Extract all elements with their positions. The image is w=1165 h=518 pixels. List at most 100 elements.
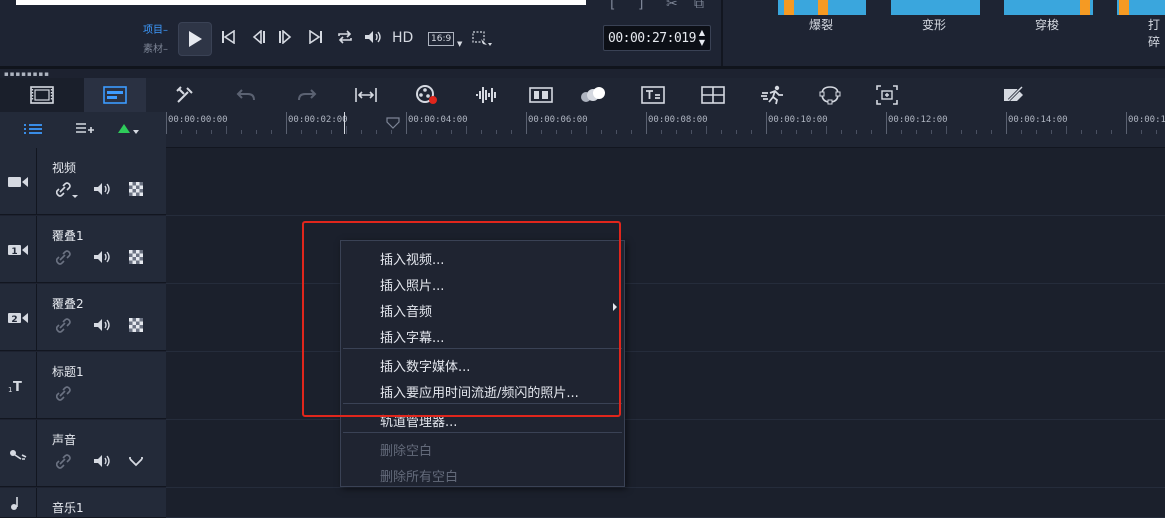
previous-frame-icon[interactable] bbox=[252, 29, 266, 47]
speed-remap-button[interactable] bbox=[756, 78, 790, 112]
timecode-stepper[interactable]: ▲ ▼ bbox=[697, 28, 707, 48]
zoom-to-fit-button[interactable] bbox=[870, 78, 904, 112]
motion-tracking-button[interactable] bbox=[576, 78, 610, 112]
go-to-end-icon[interactable] bbox=[309, 29, 323, 47]
all-tracks-view-icon[interactable] bbox=[22, 122, 44, 139]
track-header-title[interactable]: 1T 标题1 bbox=[0, 352, 166, 419]
drag-grip-icon[interactable]: ▪▪▪▪▪▪▪▪ bbox=[4, 70, 50, 78]
ripple-link-icon[interactable] bbox=[55, 318, 72, 337]
fit-width-icon bbox=[355, 88, 377, 102]
track-transparency-icon[interactable] bbox=[129, 318, 143, 335]
mute-track-icon[interactable] bbox=[93, 318, 111, 335]
track-header-music[interactable]: 音乐1 bbox=[0, 488, 166, 518]
track-transparency-icon[interactable] bbox=[129, 250, 143, 267]
annotation-highlight-box bbox=[302, 221, 621, 417]
sound-mixer-button[interactable] bbox=[469, 78, 503, 112]
timeline-settings-button[interactable] bbox=[997, 78, 1031, 112]
ruler-minor-tick bbox=[316, 130, 317, 134]
mode-project[interactable]: 项目– bbox=[143, 21, 168, 36]
crop-area-icon[interactable] bbox=[472, 31, 492, 50]
ruler-minor-tick bbox=[226, 126, 227, 134]
track-header-overlay-2[interactable]: 2 覆叠2 bbox=[0, 284, 166, 351]
effect-thumbnail-4[interactable] bbox=[1117, 0, 1165, 15]
mute-track-icon[interactable] bbox=[93, 182, 111, 199]
chapter-marker-icon[interactable] bbox=[386, 117, 400, 132]
track-manager-icon[interactable] bbox=[74, 122, 96, 139]
track-lane-voice[interactable] bbox=[166, 420, 1165, 488]
multi-camera-button[interactable] bbox=[524, 78, 558, 112]
ruler-minor-tick bbox=[301, 130, 302, 134]
storyboard-view-button[interactable] bbox=[0, 78, 84, 112]
track-lane-music[interactable] bbox=[166, 488, 1165, 518]
add-chapter-icon[interactable] bbox=[116, 122, 140, 139]
mode-clip[interactable]: 素材– bbox=[143, 40, 168, 55]
music-track-icon bbox=[0, 488, 37, 518]
ruler-minor-tick bbox=[1066, 126, 1067, 134]
ruler-minor-tick bbox=[211, 130, 212, 134]
ruler-minor-tick bbox=[1036, 130, 1037, 134]
svg-text:1: 1 bbox=[11, 247, 17, 257]
ruler-minor-tick bbox=[811, 130, 812, 134]
timeline-ruler[interactable]: 00:00:00:00 00:00:02:00 00:00:04:00 00:00:0… bbox=[166, 112, 1165, 136]
ruler-minor-tick bbox=[451, 130, 452, 134]
snapshot-icon[interactable]: ⧉ bbox=[694, 0, 704, 12]
aspect-ratio-select[interactable]: 16:9 bbox=[428, 32, 455, 46]
ruler-minor-tick bbox=[826, 126, 827, 134]
ripple-link-icon[interactable] bbox=[55, 250, 72, 269]
ruler-minor-tick bbox=[676, 130, 677, 134]
volume-icon[interactable] bbox=[364, 30, 382, 47]
undo-button[interactable] bbox=[229, 78, 263, 112]
ruler-minor-tick bbox=[736, 130, 737, 134]
panel-divider[interactable] bbox=[721, 0, 723, 66]
ripple-link-icon[interactable] bbox=[55, 386, 72, 405]
ruler-minor-tick bbox=[511, 130, 512, 134]
multi-film-icon bbox=[529, 87, 553, 103]
undo-icon bbox=[236, 89, 255, 101]
effect-thumbnail-2[interactable] bbox=[891, 0, 980, 15]
ruler-tick bbox=[1006, 112, 1007, 134]
audio-ducking-icon[interactable] bbox=[129, 454, 143, 471]
playhead-line[interactable] bbox=[344, 112, 345, 134]
effect-thumbnail-3[interactable] bbox=[1004, 0, 1093, 15]
timecode-value[interactable]: 00:00:27:019 bbox=[608, 31, 696, 46]
hd-toggle[interactable]: HD bbox=[392, 30, 413, 46]
ruler-tick bbox=[646, 112, 647, 134]
audio-wave-icon bbox=[476, 87, 496, 103]
play-button[interactable] bbox=[178, 22, 212, 56]
redo-button[interactable] bbox=[290, 78, 324, 112]
record-capture-button[interactable] bbox=[410, 78, 444, 112]
track-header-video[interactable]: 视频 bbox=[0, 148, 166, 215]
ruler-minor-tick bbox=[931, 130, 932, 134]
track-header-voice[interactable]: 声音 bbox=[0, 420, 166, 487]
go-to-start-icon[interactable] bbox=[221, 29, 235, 47]
repeat-icon[interactable] bbox=[336, 30, 354, 47]
tools-button[interactable] bbox=[168, 78, 202, 112]
ripple-link-icon[interactable] bbox=[55, 454, 72, 473]
fit-project-button[interactable] bbox=[349, 78, 383, 112]
split-clip-icon[interactable]: ✂ bbox=[666, 0, 678, 12]
mute-track-icon[interactable] bbox=[93, 454, 111, 471]
mask-creator-button[interactable] bbox=[813, 78, 847, 112]
panel-splitter[interactable] bbox=[0, 66, 1165, 69]
track-lane-video[interactable] bbox=[166, 148, 1165, 216]
subtitle-editor-button[interactable] bbox=[636, 78, 670, 112]
track-name: 覆叠2 bbox=[52, 297, 84, 311]
track-header-overlay-1[interactable]: 1 覆叠1 bbox=[0, 216, 166, 283]
ruler-tick bbox=[286, 112, 287, 134]
menu-item-delete-all-gaps: 删除所有空白 bbox=[380, 470, 459, 485]
ruler-minor-tick bbox=[1096, 130, 1097, 134]
effect-thumbnail-1[interactable] bbox=[778, 0, 866, 15]
mute-track-icon[interactable] bbox=[93, 250, 111, 267]
mark-out-icon[interactable]: ] bbox=[638, 0, 643, 12]
timecode-field[interactable]: 00:00:27:019 ▲ ▼ bbox=[603, 25, 711, 51]
split-screen-button[interactable] bbox=[696, 78, 730, 112]
ruler-tick-label: 00:00:16:00 bbox=[1128, 115, 1165, 125]
track-transparency-icon[interactable] bbox=[129, 182, 143, 199]
ruler-tick bbox=[166, 112, 167, 134]
mark-in-icon[interactable]: [ bbox=[610, 0, 615, 12]
next-frame-icon[interactable] bbox=[278, 29, 292, 47]
ripple-link-icon[interactable] bbox=[55, 182, 78, 201]
effect-label-1: 爆裂 bbox=[809, 18, 834, 32]
ruler-minor-tick bbox=[946, 126, 947, 134]
timeline-view-button[interactable] bbox=[84, 78, 146, 112]
